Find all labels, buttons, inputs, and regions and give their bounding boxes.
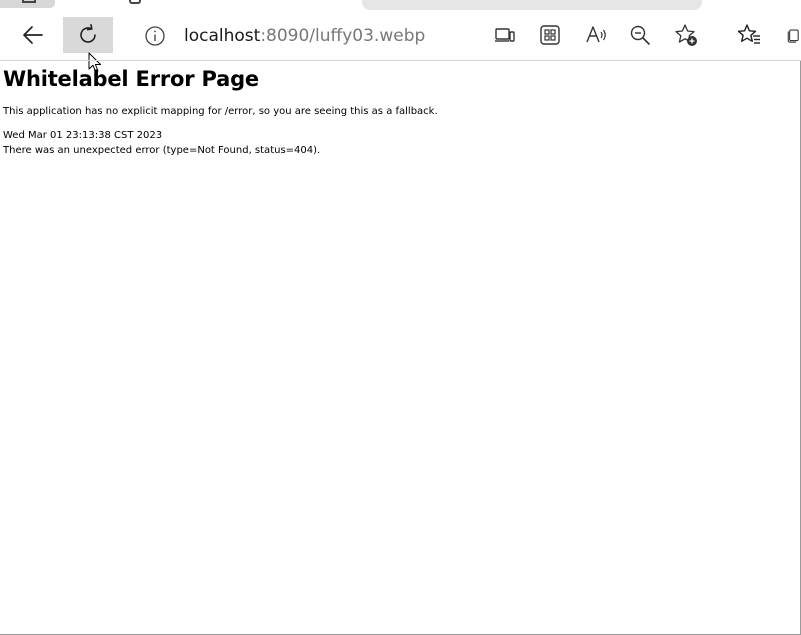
add-favorite-button[interactable] [668, 17, 704, 53]
device-icon [495, 28, 515, 42]
read-aloud-icon [586, 26, 606, 43]
browser-window: localhost:8090/luffy03.webp Whitelabel E… [0, 0, 801, 635]
arrow-left-icon [23, 26, 43, 44]
address-bar[interactable]: localhost:8090/luffy03.webp [184, 24, 425, 48]
favorites-button[interactable] [731, 17, 767, 53]
error-description: This application has no explicit mapping… [3, 106, 438, 117]
info-circle-icon [145, 26, 165, 46]
error-timestamp: Wed Mar 01 23:13:38 CST 2023 [3, 130, 163, 141]
site-info-button[interactable] [140, 23, 170, 49]
add-favorite-icon [675, 24, 697, 46]
refresh-button[interactable] [63, 17, 113, 53]
apps-button[interactable] [532, 17, 568, 53]
browser-toolbar: localhost:8090/luffy03.webp [0, 10, 801, 73]
tab-inactive[interactable] [0, 0, 55, 8]
tab-inactive[interactable] [362, 0, 702, 10]
error-message: There was an unexpected error (type=Not … [3, 145, 321, 156]
zoom-out-icon [630, 25, 650, 45]
zoom-out-button[interactable] [622, 17, 658, 53]
collections-button[interactable] [784, 17, 801, 53]
read-aloud-button[interactable] [578, 17, 614, 53]
back-button[interactable] [15, 17, 51, 53]
device-button[interactable] [487, 17, 523, 53]
tab-active[interactable] [55, 0, 355, 8]
collections-icon [787, 29, 799, 43]
tab-icon [22, 0, 36, 3]
refresh-icon [80, 24, 96, 43]
address-path: :8090/luffy03.webp [260, 26, 426, 46]
address-host: localhost [184, 26, 261, 46]
favorites-icon [737, 24, 760, 44]
page-title: Whitelabel Error Page [3, 67, 259, 91]
tab-icon [129, 0, 141, 4]
toolbar-divider [0, 60, 801, 61]
apps-icon [540, 25, 560, 45]
